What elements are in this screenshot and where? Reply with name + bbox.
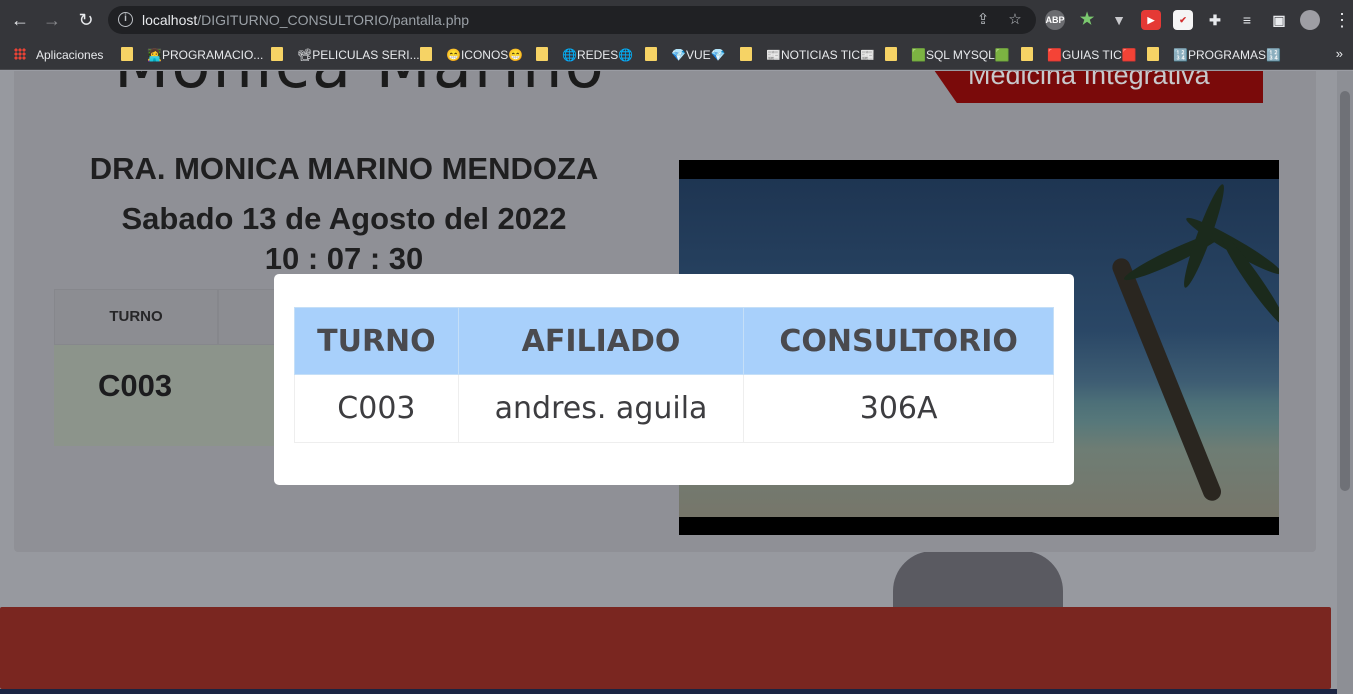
bottom-strip bbox=[0, 689, 1353, 694]
turn-call-modal: TURNO AFILIADO CONSULTORIO C003 andres. … bbox=[274, 274, 1074, 485]
bookmark-vue[interactable]: 💎VUE💎 bbox=[645, 47, 726, 63]
kebab-menu-icon[interactable]: ⋮ bbox=[1330, 8, 1353, 32]
share-icon[interactable]: ⇪ bbox=[974, 11, 992, 29]
forward-arrow-icon[interactable]: → bbox=[40, 8, 64, 32]
reload-icon[interactable]: ↻ bbox=[74, 8, 98, 32]
apps-grid-icon bbox=[14, 48, 26, 60]
url-text[interactable]: localhost/DIGITURNO_CONSULTORIO/pantalla… bbox=[142, 12, 469, 28]
media-extension-icon[interactable]: ▶ bbox=[1141, 10, 1161, 30]
bookmarks-overflow-icon[interactable]: » bbox=[1336, 46, 1343, 61]
profile-avatar[interactable] bbox=[1300, 10, 1320, 30]
clinic-logo: Monica Marino bbox=[114, 71, 606, 103]
palm-trunk bbox=[1109, 255, 1224, 504]
bookmark-noticias[interactable]: 📰NOTICIAS TIC📰 bbox=[740, 47, 875, 63]
bookmark-star-icon[interactable]: ☆ bbox=[1006, 11, 1024, 29]
modal-header-turno: TURNO bbox=[294, 307, 459, 375]
modal-header-consultorio: CONSULTORIO bbox=[743, 307, 1054, 375]
bookmark-sql[interactable]: 🟩SQL MYSQL🟩 bbox=[885, 47, 1010, 63]
side-panel-icon[interactable]: ▣ bbox=[1269, 10, 1289, 30]
folder-icon bbox=[536, 47, 548, 61]
adblock-extension-icon[interactable]: ABP bbox=[1045, 10, 1065, 30]
folder-icon bbox=[420, 47, 432, 61]
folder-icon bbox=[1147, 47, 1159, 61]
scrollbar[interactable] bbox=[1337, 71, 1353, 694]
modal-header-afiliado: AFILIADO bbox=[457, 307, 745, 375]
browser-toolbar: ← → ↻ i localhost/DIGITURNO_CONSULTORIO/… bbox=[0, 0, 1353, 40]
bookmark-apps[interactable]: Aplicaciones bbox=[14, 47, 103, 63]
folder-icon bbox=[740, 47, 752, 61]
turn-call-table: TURNO AFILIADO CONSULTORIO C003 andres. … bbox=[294, 307, 1054, 443]
bookmark-peliculas[interactable]: 📽PELICULAS SERI... bbox=[271, 47, 420, 63]
bookmark-programas[interactable]: 🔢PROGRAMAS🔢 bbox=[1147, 47, 1281, 63]
modal-cell-afiliado: andres. aguila bbox=[457, 374, 745, 443]
extensions-puzzle-icon[interactable]: ✚ bbox=[1205, 10, 1225, 30]
banner-subtitle: Medicina Integrativa bbox=[968, 71, 1210, 90]
scrollbar-thumb[interactable] bbox=[1340, 91, 1350, 491]
folder-icon bbox=[271, 47, 283, 61]
site-info-icon[interactable]: i bbox=[118, 12, 133, 27]
turno-cell: C003 bbox=[98, 368, 173, 403]
modal-cell-consultorio: 306A bbox=[743, 374, 1054, 443]
footer-banner bbox=[0, 607, 1331, 689]
star-extension-icon[interactable]: ★ bbox=[1077, 10, 1097, 30]
folder-icon bbox=[885, 47, 897, 61]
table-row: C003 andres. aguila 306A bbox=[294, 374, 1054, 443]
folder-icon bbox=[645, 47, 657, 61]
current-time: 10 : 07 : 30 bbox=[264, 241, 424, 276]
address-bar[interactable]: i localhost/DIGITURNO_CONSULTORIO/pantal… bbox=[108, 6, 1036, 34]
folder-icon bbox=[121, 47, 133, 61]
bookmarks-bar: Aplicaciones 👩‍💻PROGRAMACIO... 📽PELICULA… bbox=[0, 40, 1353, 70]
bookmark-iconos[interactable]: 😁ICONOS😁 bbox=[420, 47, 523, 63]
page-viewport: Monica Marino Medicina Integrativa DRA. … bbox=[0, 71, 1353, 694]
checklist-extension-icon[interactable]: ✔ bbox=[1173, 10, 1193, 30]
doctor-name: DRA. MONICA MARINO MENDOZA bbox=[89, 151, 599, 186]
decorative-figure bbox=[893, 551, 1063, 611]
turno-header: TURNO bbox=[109, 308, 163, 325]
bookmark-programacion[interactable]: 👩‍💻PROGRAMACIO... bbox=[121, 47, 263, 63]
reading-list-icon[interactable]: ≡ bbox=[1237, 10, 1257, 30]
bookmark-guias[interactable]: 🟥GUIAS TIC🟥 bbox=[1021, 47, 1137, 63]
modal-cell-turno: C003 bbox=[294, 374, 459, 443]
bookmark-redes[interactable]: 🌐REDES🌐 bbox=[536, 47, 633, 63]
back-arrow-icon[interactable]: ← bbox=[8, 8, 32, 32]
current-date: Sabado 13 de Agosto del 2022 bbox=[121, 201, 567, 236]
vue-devtools-icon[interactable]: ▼ bbox=[1109, 10, 1129, 30]
folder-icon bbox=[1021, 47, 1033, 61]
